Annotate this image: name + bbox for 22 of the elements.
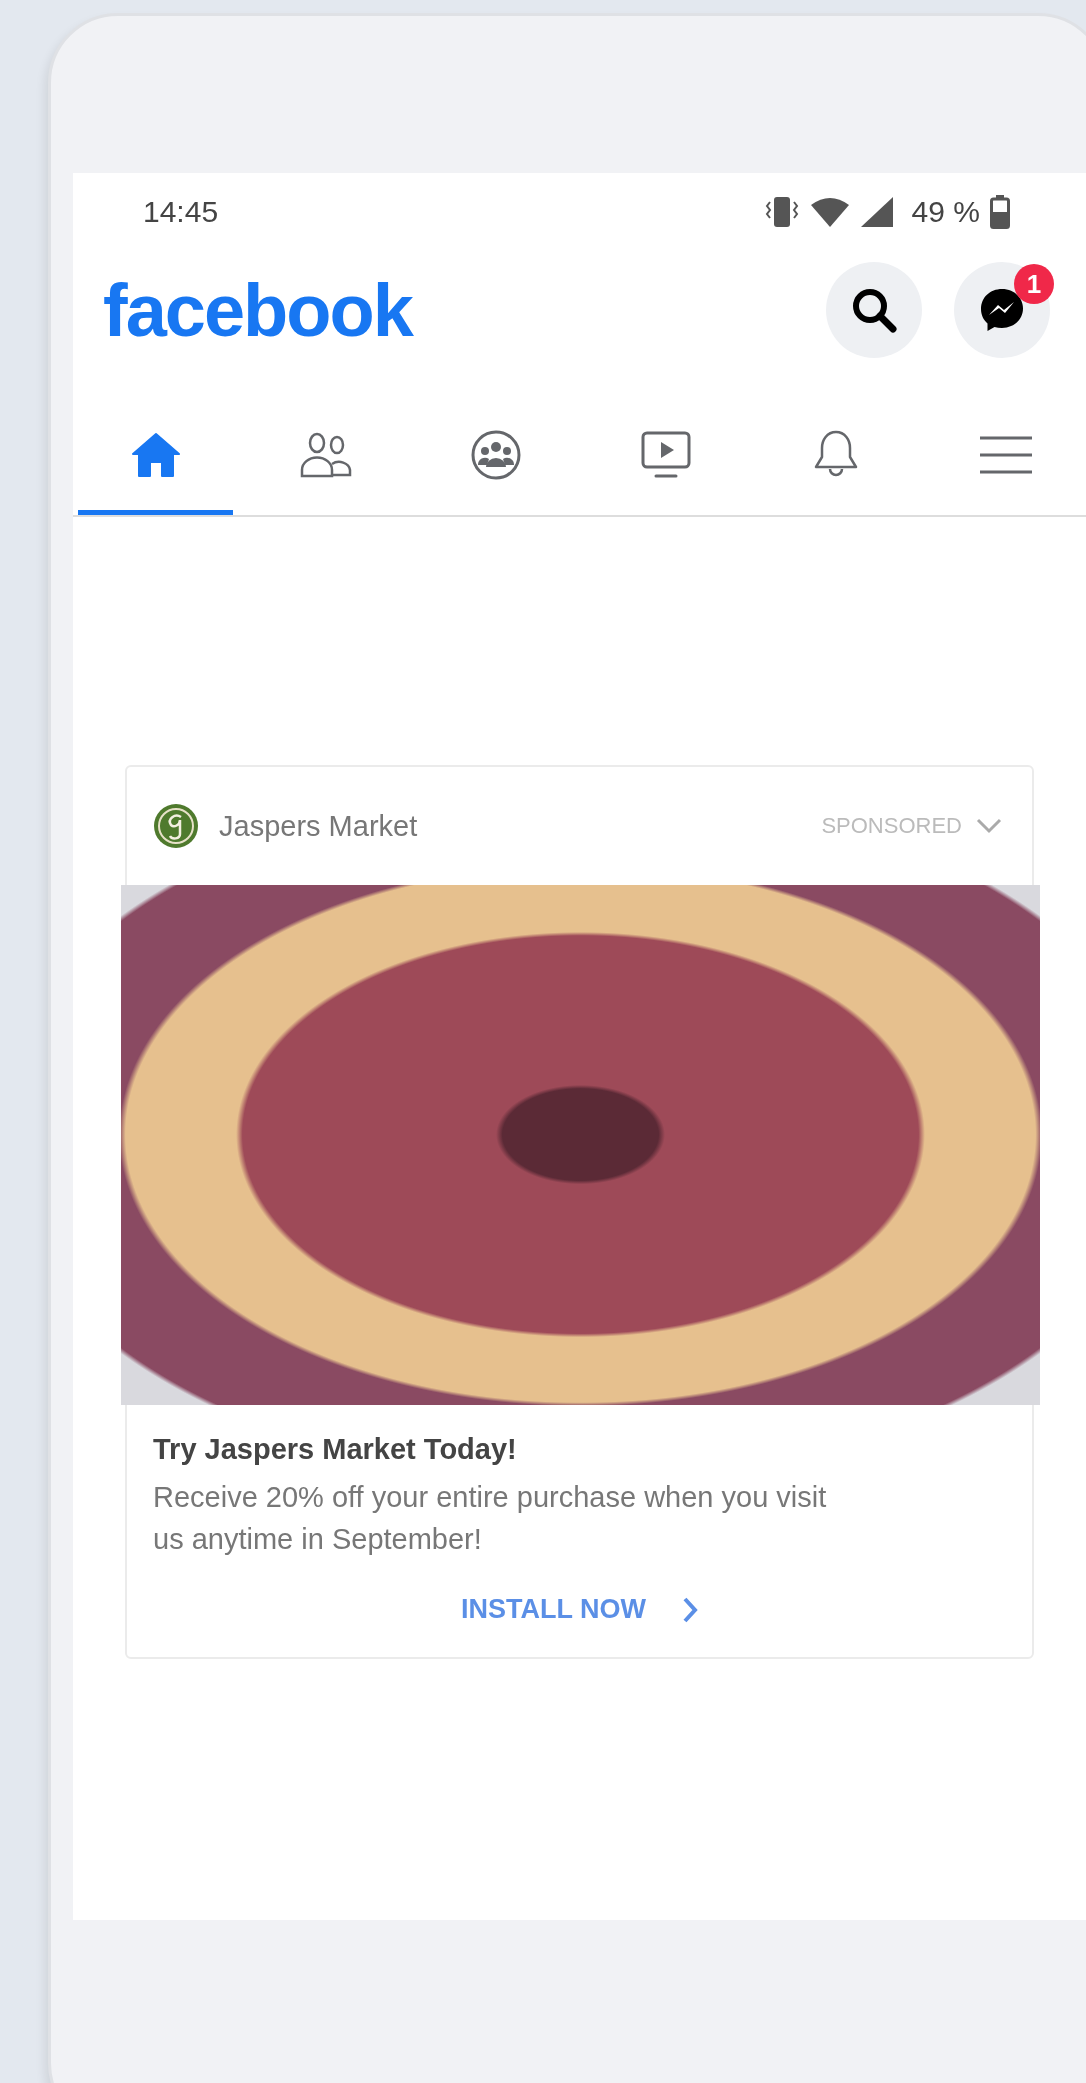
group-icon [469, 429, 522, 481]
people-icon [298, 432, 353, 478]
menu-icon [977, 435, 1034, 475]
ad-title: Try Jaspers Market Today! [153, 1433, 518, 1466]
facebook-logo: facebook [103, 267, 412, 353]
sponsored-label: SPONSORED [821, 813, 962, 839]
messenger-icon [979, 287, 1025, 333]
notification-badge: 1 [1014, 264, 1054, 304]
signal-icon [859, 195, 894, 228]
ad-text: Receive 20% off your entire purchase when you visit us anytime in September! [153, 1480, 828, 1558]
advertiser-name: Jaspers Market [219, 809, 418, 843]
battery-percent: 49 % [911, 194, 980, 229]
wifi-icon [809, 196, 850, 227]
install-now-button[interactable]: INSTALL NOW [457, 1590, 702, 1630]
video-icon [639, 430, 692, 480]
chevron-right-icon [682, 1596, 698, 1623]
search-icon [851, 287, 897, 333]
battery-icon [990, 194, 1010, 229]
vibrate-icon [763, 195, 800, 228]
advertiser-logo-icon [153, 803, 199, 849]
status-time: 14:45 [143, 194, 219, 229]
home-icon [130, 432, 181, 478]
